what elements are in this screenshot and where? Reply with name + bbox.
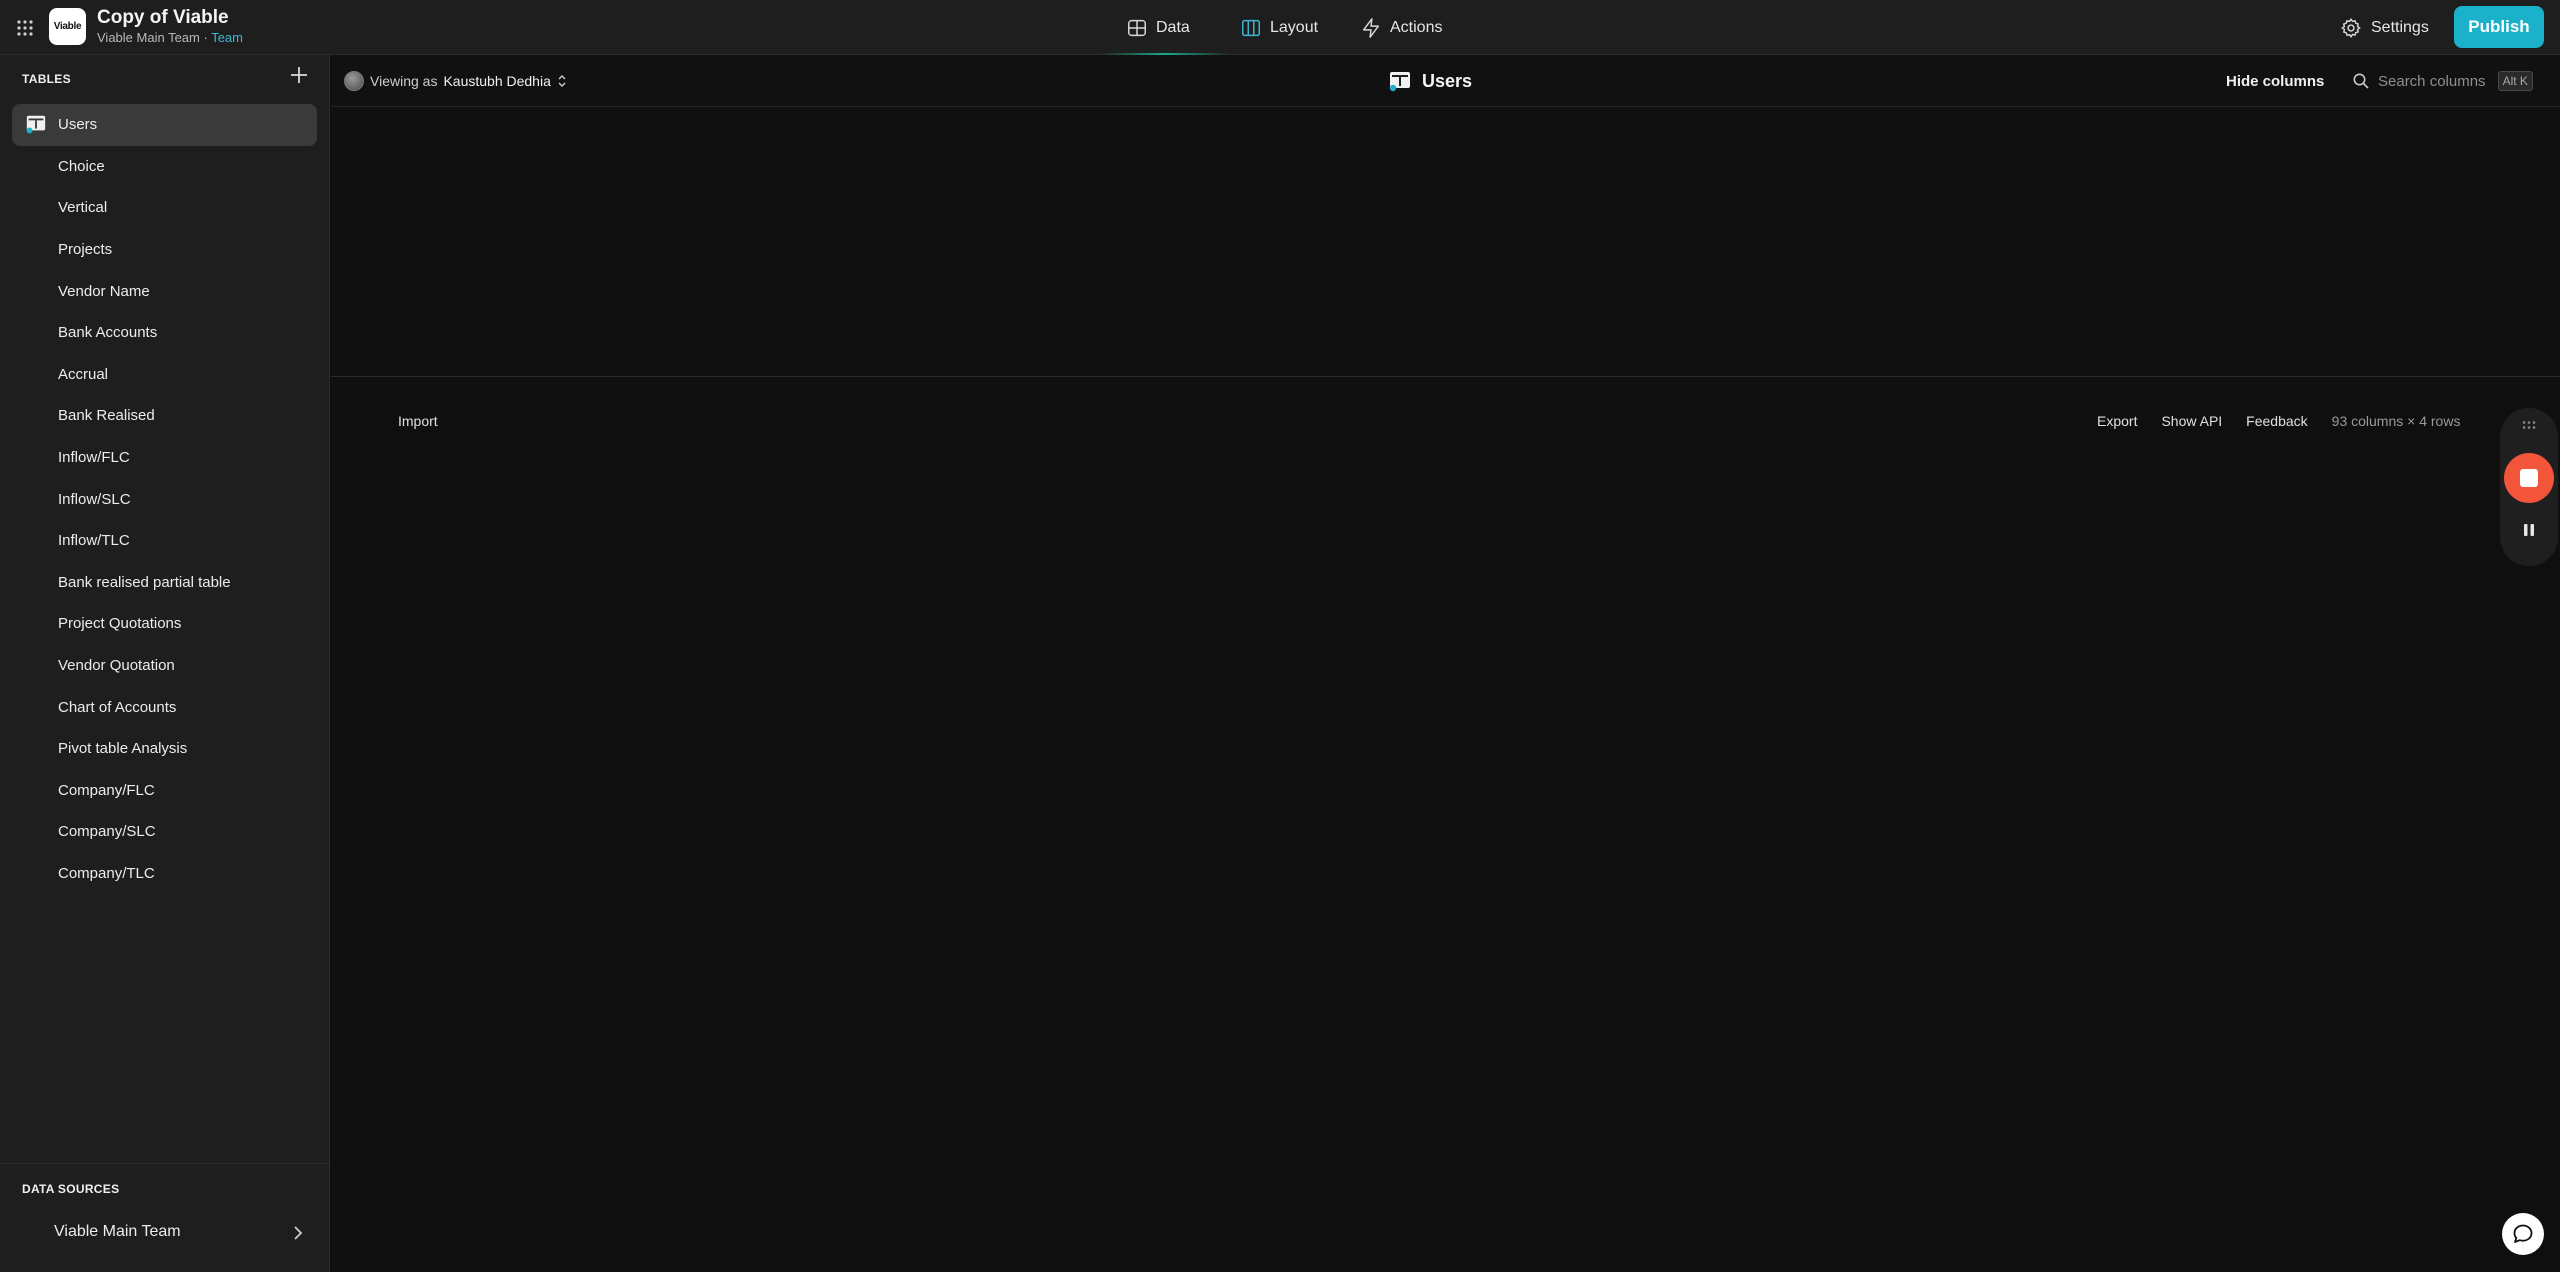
sidebar-table-label: Bank Accounts xyxy=(58,324,158,342)
sidebar-table-label: Bank realised partial table xyxy=(58,573,231,591)
sidebar-table-item[interactable]: Vendor Quotation xyxy=(12,645,317,687)
nav-tab-layout-label: Layout xyxy=(1270,18,1319,36)
data-grid[interactable] xyxy=(331,108,2560,377)
search-columns[interactable]: Search columns Alt K xyxy=(2352,55,2533,107)
pause-icon[interactable] xyxy=(2519,520,2539,540)
sidebar-table-label: Bank Realised xyxy=(58,407,155,425)
stop-recording-button[interactable] xyxy=(2504,453,2554,503)
import-button[interactable]: Import xyxy=(398,400,438,442)
shortcut-badge: Alt K xyxy=(2497,71,2533,91)
data-source-label: Viable Main Team xyxy=(54,1223,181,1240)
app-subtitle: Viable Main Team · Team xyxy=(97,30,243,45)
page-title-text: Users xyxy=(1422,70,1473,91)
viewing-as-selector[interactable]: Viewing as Kaustubh Dedhia xyxy=(344,55,567,107)
sidebar-table-label: Chart of Accounts xyxy=(58,698,177,716)
sidebar-table-label: Inflow/FLC xyxy=(58,449,130,467)
add-table-icon[interactable] xyxy=(288,64,310,86)
row-column-count: 93 columns × 4 rows xyxy=(2331,413,2461,429)
sidebar-table-label: Inflow/SLC xyxy=(58,490,131,508)
sidebar-table-item[interactable]: Users xyxy=(12,104,317,146)
app-title[interactable]: Copy of Viable xyxy=(97,7,229,29)
sidebar-table-label: Vendor Name xyxy=(58,282,150,300)
users-table-icon xyxy=(26,115,46,134)
sidebar-table-item[interactable]: Choice xyxy=(12,146,317,188)
feedback-button[interactable]: Feedback xyxy=(2246,413,2307,429)
drag-handle-icon[interactable] xyxy=(2521,420,2537,430)
tables-section-title: TABLES xyxy=(22,72,71,86)
workspace-name: Viable Main Team xyxy=(97,30,200,45)
sidebar-table-item[interactable]: Pivot table Analysis xyxy=(12,728,317,770)
sidebar-table-label: Projects xyxy=(58,241,113,259)
sidebar-table-label: Vendor Quotation xyxy=(58,657,175,675)
nav-tab-data-label: Data xyxy=(1156,18,1190,36)
sidebar-table-item[interactable]: Inflow/TLC xyxy=(12,520,317,562)
gear-icon xyxy=(2341,17,2361,38)
chevron-right-icon[interactable] xyxy=(290,1225,306,1241)
sidebar-table-item[interactable]: Accrual xyxy=(12,354,317,396)
users-table-icon xyxy=(1389,72,1410,92)
nav-tab-actions-label: Actions xyxy=(1390,18,1443,36)
chevron-updown-icon xyxy=(558,75,566,87)
page-title: Users xyxy=(1388,55,1472,107)
viewing-prefix: Viewing as xyxy=(370,73,438,89)
sidebar-table-item[interactable]: Inflow/FLC xyxy=(12,437,317,479)
stop-icon xyxy=(2520,469,2538,487)
settings-button[interactable]: Settings xyxy=(2340,0,2429,55)
sidebar-table-item[interactable]: Project Quotations xyxy=(12,603,317,645)
nav-tab-actions[interactable]: Actions xyxy=(1360,0,1442,55)
sidebar-table-label: Accrual xyxy=(58,365,109,383)
sidebar-table-item[interactable]: Bank realised partial table xyxy=(12,562,317,604)
nav-tab-layout[interactable]: Layout xyxy=(1240,0,1318,55)
export-button[interactable]: Export xyxy=(2097,413,2137,429)
sidebar: TABLES Users Choice Vertical Projects Vendor… xyxy=(0,55,330,1272)
sidebar-table-label: Pivot table Analysis xyxy=(58,740,188,758)
publish-button[interactable]: Publish xyxy=(2454,6,2544,48)
divider xyxy=(0,1163,330,1164)
app-grid-icon[interactable] xyxy=(16,19,34,37)
footer-actions: Export Show API Feedback 93 columns × 4 … xyxy=(2097,400,2460,442)
show-api-button[interactable]: Show API xyxy=(2161,413,2222,429)
table-icon xyxy=(1128,19,1146,36)
avatar xyxy=(344,71,364,91)
sidebar-table-label: Vertical xyxy=(58,199,108,217)
content-header: Viewing as Kaustubh Dedhia Users Hide co… xyxy=(331,55,2560,107)
sidebar-table-item[interactable]: Bank Realised xyxy=(12,395,317,437)
sidebar-table-label: Project Quotations xyxy=(58,615,182,633)
sidebar-table-item[interactable]: Bank Accounts xyxy=(12,312,317,354)
nav-tab-data[interactable]: Data xyxy=(1126,0,1190,55)
sidebar-table-item[interactable]: Chart of Accounts xyxy=(12,686,317,728)
sidebar-table-item[interactable]: Company/FLC xyxy=(12,770,317,812)
sidebar-table-label: Company/TLC xyxy=(58,864,155,882)
sidebar-table-label: Users xyxy=(58,116,98,134)
settings-label: Settings xyxy=(2371,18,2429,36)
tables-list: Users Choice Vertical Projects Vendor Name Ba… xyxy=(12,104,317,894)
chat-bubble-icon xyxy=(2513,1224,2533,1243)
search-input[interactable]: Search columns xyxy=(2378,73,2486,90)
lightning-icon xyxy=(1362,17,1380,38)
top-bar: Viable Copy of Viable Viable Main Team ·… xyxy=(0,0,2560,55)
separator: · xyxy=(199,30,212,45)
sidebar-table-item[interactable]: Vertical xyxy=(12,187,317,229)
sidebar-table-item[interactable]: Projects xyxy=(12,229,317,271)
sidebar-table-label: Inflow/TLC xyxy=(58,532,130,550)
layout-icon xyxy=(1242,19,1260,36)
sidebar-table-item[interactable]: Inflow/SLC xyxy=(12,478,317,520)
sidebar-table-label: Choice xyxy=(58,157,105,175)
grid-footer: Import Export Show API Feedback 93 colum… xyxy=(331,400,2560,442)
hide-columns-button[interactable]: Hide columns xyxy=(2226,55,2324,107)
sidebar-table-label: Company/FLC xyxy=(58,781,155,799)
chat-button[interactable] xyxy=(2502,1213,2544,1255)
app-logo[interactable]: Viable xyxy=(49,8,86,45)
sidebar-table-label: Company/SLC xyxy=(58,823,156,841)
sidebar-table-item[interactable]: Company/SLC xyxy=(12,811,317,853)
data-source-item[interactable]: Viable Main Team xyxy=(0,1210,330,1254)
sidebar-table-item[interactable]: Company/TLC xyxy=(12,853,317,895)
sidebar-table-item[interactable]: Vendor Name xyxy=(12,270,317,312)
viewing-user: Kaustubh Dedhia xyxy=(443,73,551,89)
search-icon xyxy=(2353,73,2369,89)
plan-badge: Team xyxy=(211,30,243,45)
recording-widget xyxy=(2500,408,2558,566)
data-sources-section-title: DATA SOURCES xyxy=(22,1182,120,1196)
